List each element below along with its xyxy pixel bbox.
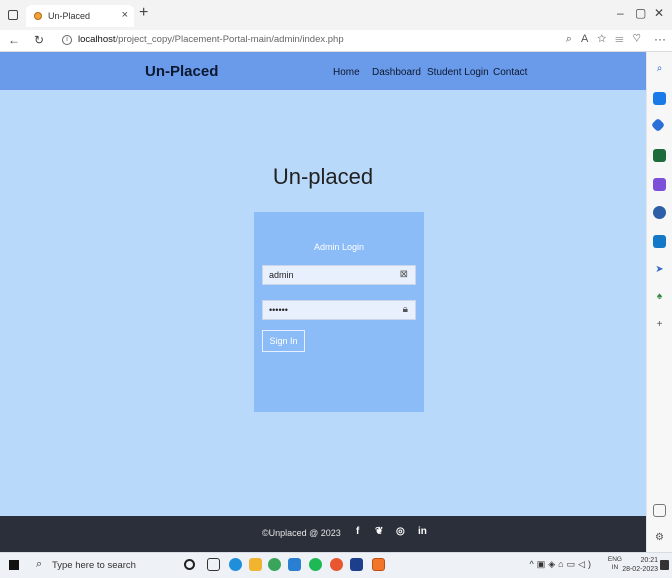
url-host: localhost — [78, 34, 116, 45]
xampp-icon[interactable] — [372, 558, 385, 571]
tab-title: Un-Placed — [48, 11, 91, 21]
site-info-icon[interactable]: i — [62, 35, 72, 45]
site-footer: ©Unplaced @ 2023 f ❦ ◎ in — [0, 516, 646, 552]
tab-favicon-icon — [34, 12, 42, 20]
lang-region: IN — [611, 564, 619, 571]
windows-start-icon[interactable] — [9, 560, 19, 570]
cortana-icon[interactable] — [184, 559, 195, 570]
bing-icon[interactable] — [653, 92, 666, 105]
url-path: /project_copy/Placement-Portal-main/admi… — [115, 34, 344, 45]
instagram-icon[interactable]: ◎ — [396, 526, 405, 537]
taskbar-search-input[interactable]: Type here to search — [52, 560, 136, 571]
linkedin-icon[interactable]: in — [418, 526, 427, 537]
lock-icon: 🔒︎ — [402, 304, 408, 315]
file-explorer-icon[interactable] — [249, 558, 262, 571]
refresh-icon[interactable]: ↻ — [34, 33, 44, 47]
games-icon[interactable] — [653, 178, 666, 191]
settings-gear-icon[interactable]: ⚙ — [653, 531, 666, 544]
search-icon: ⌕ — [36, 558, 43, 570]
password-input[interactable]: •••••• 🔒︎ — [262, 300, 416, 320]
maximize-button[interactable]: ▢ — [635, 6, 646, 20]
nav-contact[interactable]: Contact — [493, 67, 527, 78]
language-indicator[interactable]: ENG IN — [608, 556, 622, 572]
window-menu-icon[interactable] — [8, 10, 18, 20]
close-window-button[interactable]: ✕ — [654, 6, 664, 20]
user-card-icon: ⊠ — [399, 269, 408, 280]
chrome-icon[interactable] — [268, 558, 281, 571]
send-icon[interactable]: ➤ — [653, 263, 666, 276]
photos-icon[interactable] — [330, 558, 343, 571]
address-bar: ← ↻ i localhost/project_copy/Placement-P… — [0, 30, 672, 52]
windows-taskbar: ⌕ Type here to search ^▣◈⌂▭◁) ENG IN 20:2… — [0, 552, 672, 578]
nav-home[interactable]: Home — [333, 67, 360, 78]
lang-code: ENG — [607, 556, 622, 563]
taskbar-clock[interactable]: 20:21 28-02-2023 — [622, 556, 658, 574]
tools-icon[interactable] — [653, 149, 666, 162]
facebook-icon[interactable]: f — [356, 526, 359, 537]
username-value: admin — [269, 270, 294, 280]
footer-copyright: ©Unplaced @ 2023 — [262, 528, 341, 538]
search-sidebar-icon[interactable]: ⌕ — [653, 62, 666, 75]
outlook-icon[interactable] — [653, 235, 666, 248]
admin-login-card: Admin Login admin ⊠ •••••• 🔒︎ Sign In — [254, 212, 424, 412]
web-page: Un-Placed Home Dashboard Student Login C… — [0, 52, 646, 552]
nav-dashboard[interactable]: Dashboard — [372, 67, 421, 78]
nav-student-login[interactable]: Student Login — [427, 67, 489, 78]
minimize-button[interactable]: – — [617, 6, 624, 20]
edge-icon[interactable] — [229, 558, 242, 571]
more-button[interactable]: ··· — [654, 32, 666, 46]
new-tab-button[interactable]: + — [139, 4, 148, 22]
add-sidebar-icon[interactable]: + — [653, 318, 666, 331]
hero-title: Un-placed — [272, 164, 374, 189]
browser-tab[interactable]: Un-Placed × — [26, 5, 134, 27]
sign-in-button[interactable]: Sign In — [262, 330, 305, 352]
notifications-icon[interactable] — [660, 560, 669, 570]
url-field[interactable]: localhost/project_copy/Placement-Portal-… — [78, 34, 344, 45]
browser-tab-bar: Un-Placed × + – ▢ ✕ — [0, 0, 672, 30]
office-icon[interactable] — [653, 206, 666, 219]
username-input[interactable]: admin ⊠ — [262, 265, 416, 285]
clock-time: 20:21 — [640, 557, 658, 564]
browser-sidebar: ⌕ ➤ ♠ + ⚙ — [646, 52, 672, 552]
login-card-title: Admin Login — [313, 242, 365, 252]
site-brand[interactable]: Un-Placed — [145, 63, 218, 80]
twitter-icon[interactable]: ❦ — [375, 526, 383, 537]
tab-close-icon[interactable]: × — [122, 9, 128, 21]
tree-icon[interactable]: ♠ — [653, 290, 666, 303]
store-icon[interactable] — [288, 558, 301, 571]
password-value: •••••• — [269, 305, 288, 315]
address-tools[interactable]: ⌕A☆☰♡ — [566, 33, 650, 46]
shopping-tag-icon[interactable] — [650, 117, 666, 133]
spotify-icon[interactable] — [309, 558, 322, 571]
site-navbar: Un-Placed Home Dashboard Student Login C… — [0, 52, 646, 90]
back-icon[interactable]: ← — [8, 33, 20, 47]
task-view-icon[interactable] — [207, 558, 220, 571]
system-tray-icons[interactable]: ^▣◈⌂▭◁) — [529, 559, 594, 570]
clock-date: 28-02-2023 — [622, 566, 658, 573]
sidebar-layout-icon[interactable] — [653, 504, 666, 517]
pycharm-icon[interactable] — [350, 558, 363, 571]
